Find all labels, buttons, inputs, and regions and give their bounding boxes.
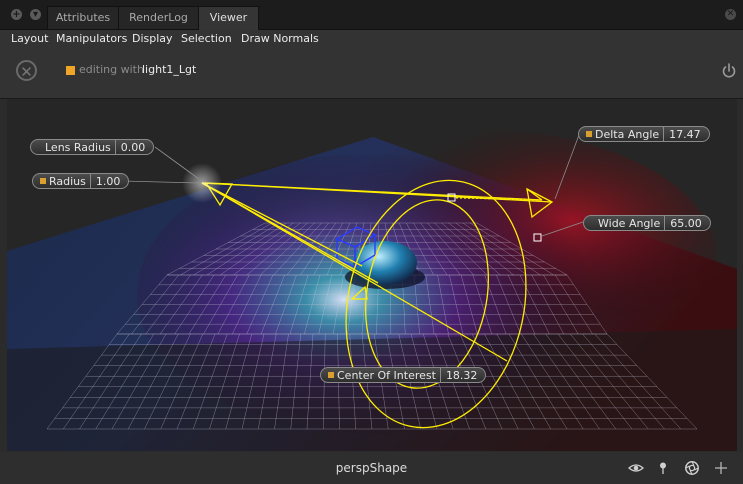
field-value: 1.00: [89, 174, 129, 189]
viewer-status-bar: perspShape: [0, 452, 743, 484]
editing-label: editing with: [79, 63, 144, 76]
move-icon[interactable]: [713, 460, 729, 476]
light-color-swatch: [66, 66, 75, 75]
add-tab-icon[interactable]: +: [11, 9, 22, 20]
pin-icon[interactable]: [655, 460, 671, 476]
circle-x-icon: ✕: [20, 63, 33, 81]
tab-viewer[interactable]: Viewer: [198, 6, 259, 30]
tab-attributes[interactable]: Attributes: [47, 6, 119, 29]
viewer-toolbar: ✕ editing with light1_Lgt: [0, 52, 743, 99]
menu-manipulators[interactable]: Manipulators: [56, 31, 127, 47]
field-label: Lens Radius: [45, 141, 111, 154]
field-swatch: [586, 131, 592, 137]
field-label: Radius: [49, 175, 86, 188]
tab-label: Attributes: [55, 11, 111, 24]
cancel-edit-button[interactable]: ✕: [16, 60, 37, 81]
eye-icon[interactable]: [628, 460, 644, 476]
field-label: Wide Angle: [598, 217, 661, 230]
power-icon[interactable]: [720, 62, 738, 80]
aperture-icon[interactable]: [684, 460, 700, 476]
field-label: Center Of Interest: [337, 369, 436, 382]
center-of-interest-field[interactable]: Center Of Interest 18.32: [320, 367, 487, 383]
radius-field[interactable]: Radius 1.00: [32, 173, 130, 189]
menu-draw-normals[interactable]: Draw Normals: [241, 31, 319, 47]
field-value: 17.47: [663, 127, 709, 142]
tab-renderlog[interactable]: RenderLog: [118, 6, 199, 29]
field-swatch: [328, 372, 334, 378]
tab-label: Viewer: [209, 11, 248, 24]
delta-angle-field[interactable]: Delta Angle 17.47: [578, 126, 710, 142]
menu-display[interactable]: Display: [132, 31, 173, 47]
panel-tab-bar: + ▾ Attributes RenderLog Viewer ✕: [0, 0, 743, 30]
field-label: Delta Angle: [595, 128, 660, 141]
tab-label: RenderLog: [129, 11, 188, 24]
field-swatch: [40, 178, 46, 184]
close-panel-icon[interactable]: ✕: [725, 9, 736, 20]
tab-menu-icon[interactable]: ▾: [30, 9, 41, 20]
lens-radius-field[interactable]: Lens Radius 0.00: [30, 139, 155, 155]
menu-layout[interactable]: Layout: [11, 31, 48, 47]
field-value: 65.00: [664, 216, 710, 231]
editing-target: light1_Lgt: [142, 63, 197, 76]
field-value: 18.32: [439, 368, 486, 383]
field-value: 0.00: [114, 140, 154, 155]
wide-angle-field[interactable]: Wide Angle 65.00: [583, 215, 711, 231]
menu-selection[interactable]: Selection: [181, 31, 232, 47]
3d-viewport[interactable]: Lens Radius 0.00 Radius 1.00 Delta Angle 17…: [7, 99, 737, 451]
menu-bar: Layout Manipulators Display Selection Dr…: [0, 30, 743, 52]
